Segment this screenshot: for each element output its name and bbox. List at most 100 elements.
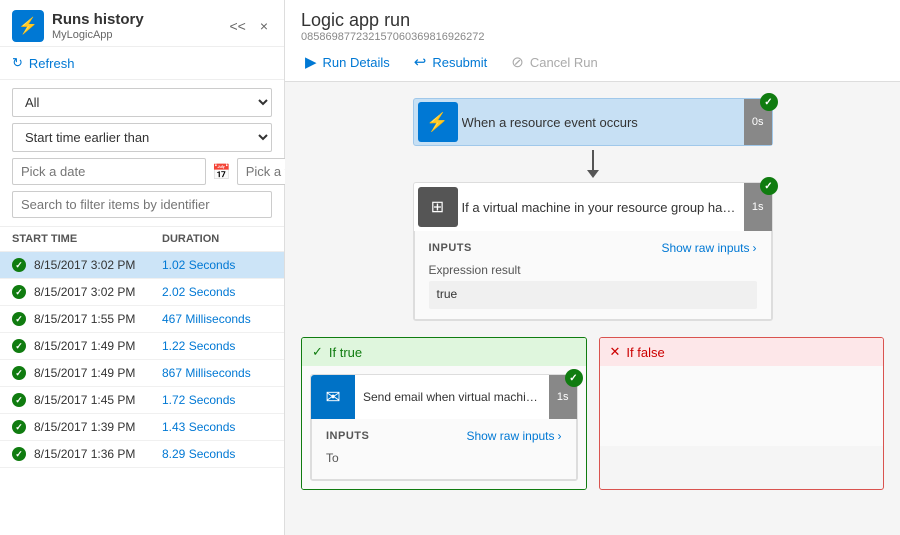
run-details-button[interactable]: ▶ Run Details	[301, 51, 394, 73]
collapse-button[interactable]: <<	[225, 16, 249, 36]
condition-show-raw-button[interactable]: Show raw inputs ›	[661, 241, 756, 255]
refresh-icon: ↻	[12, 55, 23, 71]
run-time: 8/15/2017 1:45 PM	[28, 393, 162, 407]
canvas: ⚡ When a resource event occurs 0s ✓ ⊞ If…	[285, 82, 900, 535]
run-row[interactable]: 8/15/2017 1:49 PM867 Milliseconds	[0, 360, 284, 387]
time-filter[interactable]: Start time earlier than	[12, 123, 272, 152]
condition-inputs-panel: INPUTS Show raw inputs › Expression resu…	[414, 231, 772, 320]
cancel-run-button[interactable]: ⊘ Cancel Run	[507, 51, 602, 73]
sidebar-filters: All Start time earlier than 📅	[0, 80, 284, 227]
run-details-label: Run Details	[323, 55, 390, 70]
search-input[interactable]	[12, 191, 272, 218]
sidebar-subtitle: MyLogicApp	[52, 29, 144, 41]
chevron-right-icon: ›	[753, 241, 757, 255]
send-email-header: ✉ Send email when virtual machine updat.…	[311, 375, 577, 419]
branch-false-header: ✕ If false	[600, 338, 884, 366]
run-row[interactable]: 8/15/2017 1:49 PM1.22 Seconds	[0, 333, 284, 360]
date-input[interactable]	[12, 158, 206, 185]
runs-table-header: START TIME DURATION	[0, 227, 284, 252]
condition-node[interactable]: ⊞ If a virtual machine in your resource …	[413, 182, 773, 321]
main-subtitle: 085869877232157060369816926272	[301, 31, 884, 43]
trigger-node[interactable]: ⚡ When a resource event occurs 0s ✓	[413, 98, 773, 146]
expression-value: true	[429, 281, 757, 309]
run-status-dot	[12, 420, 26, 434]
run-duration: 1.22 Seconds	[162, 339, 272, 353]
run-time: 8/15/2017 3:02 PM	[28, 258, 162, 272]
run-details-icon: ▶	[305, 53, 317, 71]
main-toolbar: ▶ Run Details ↩ Resubmit ⊘ Cancel Run	[301, 51, 884, 81]
branch-true: ✓ If true ✉ Send email when virtual mach…	[301, 337, 587, 490]
duration-header: DURATION	[162, 233, 272, 245]
condition-inputs-header: INPUTS Show raw inputs ›	[429, 241, 757, 255]
send-email-label: Send email when virtual machine updat...	[355, 390, 549, 404]
run-row[interactable]: 8/15/2017 1:45 PM1.72 Seconds	[0, 387, 284, 414]
trigger-icon-box: ⚡	[414, 98, 462, 146]
run-status-dot	[12, 285, 26, 299]
send-email-success-badge: ✓	[565, 369, 583, 387]
run-row[interactable]: 8/15/2017 1:36 PM8.29 Seconds	[0, 441, 284, 468]
run-row[interactable]: 8/15/2017 1:55 PM467 Milliseconds	[0, 306, 284, 333]
run-status-dot	[12, 366, 26, 380]
start-time-header: START TIME	[12, 233, 162, 245]
resubmit-label: Resubmit	[432, 55, 487, 70]
arrow-down-1	[592, 150, 594, 170]
arrow-1	[592, 150, 594, 170]
send-email-node[interactable]: ✉ Send email when virtual machine updat.…	[310, 374, 578, 481]
close-sidebar-button[interactable]: ×	[256, 16, 272, 36]
sidebar: ⚡ Runs history MyLogicApp << × ↻ Refresh…	[0, 0, 285, 535]
send-email-show-raw-label: Show raw inputs	[466, 429, 554, 443]
branch-false-label: If false	[626, 345, 664, 360]
run-time: 8/15/2017 3:02 PM	[28, 285, 162, 299]
run-status-dot	[12, 339, 26, 353]
run-row[interactable]: 8/15/2017 3:02 PM1.02 Seconds	[0, 252, 284, 279]
run-duration: 1.72 Seconds	[162, 393, 272, 407]
refresh-button[interactable]: ↻ Refresh	[0, 47, 284, 80]
main-title: Logic app run	[301, 10, 884, 31]
condition-label: If a virtual machine in your resource gr…	[462, 200, 744, 215]
run-status-dot	[12, 447, 26, 461]
flow-container: ⚡ When a resource event occurs 0s ✓ ⊞ If…	[301, 98, 884, 490]
cancel-icon: ⊘	[511, 53, 524, 71]
run-duration: 867 Milliseconds	[162, 366, 272, 380]
run-time: 8/15/2017 1:36 PM	[28, 447, 162, 461]
branch-true-label: If true	[329, 345, 362, 360]
run-duration: 8.29 Seconds	[162, 447, 272, 461]
run-status-dot	[12, 393, 26, 407]
branch-false: ✕ If false	[599, 337, 885, 490]
run-row[interactable]: 8/15/2017 3:02 PM2.02 Seconds	[0, 279, 284, 306]
app-icon: ⚡	[12, 10, 44, 42]
sidebar-title: Runs history	[52, 11, 144, 29]
run-time: 8/15/2017 1:49 PM	[28, 339, 162, 353]
date-row: 📅	[12, 158, 272, 185]
send-email-inputs-title: INPUTS	[326, 430, 369, 442]
send-email-inputs-panel: INPUTS Show raw inputs › To	[311, 419, 577, 480]
cancel-label: Cancel Run	[530, 55, 598, 70]
run-status-dot	[12, 258, 26, 272]
send-email-show-raw-button[interactable]: Show raw inputs ›	[466, 429, 561, 443]
branches: ✓ If true ✉ Send email when virtual mach…	[301, 337, 884, 490]
resubmit-button[interactable]: ↩ Resubmit	[410, 51, 492, 73]
check-icon: ✓	[312, 344, 323, 360]
trigger-label: When a resource event occurs	[462, 115, 744, 130]
run-duration: 1.02 Seconds	[162, 258, 272, 272]
resubmit-icon: ↩	[414, 53, 427, 71]
to-label: To	[326, 451, 562, 465]
condition-icon-box: ⊞	[414, 183, 462, 231]
main-panel: Logic app run 08586987723215706036981692…	[285, 0, 900, 535]
branch-true-header: ✓ If true	[302, 338, 586, 366]
runs-table: 8/15/2017 3:02 PM1.02 Seconds8/15/2017 3…	[0, 252, 284, 535]
run-duration: 2.02 Seconds	[162, 285, 272, 299]
sidebar-title-area: ⚡ Runs history MyLogicApp	[12, 10, 144, 42]
send-chevron-right-icon: ›	[558, 429, 562, 443]
condition-inputs-title: INPUTS	[429, 242, 472, 254]
calendar-icon[interactable]: 📅	[212, 163, 231, 181]
condition-icon: ⊞	[418, 187, 458, 227]
run-time: 8/15/2017 1:39 PM	[28, 420, 162, 434]
run-status-dot	[12, 312, 26, 326]
expression-label: Expression result	[429, 263, 757, 277]
run-time: 8/15/2017 1:55 PM	[28, 312, 162, 326]
condition-header: ⊞ If a virtual machine in your resource …	[414, 183, 772, 231]
status-filter[interactable]: All	[12, 88, 272, 117]
sidebar-title-text: Runs history MyLogicApp	[52, 11, 144, 41]
run-row[interactable]: 8/15/2017 1:39 PM1.43 Seconds	[0, 414, 284, 441]
